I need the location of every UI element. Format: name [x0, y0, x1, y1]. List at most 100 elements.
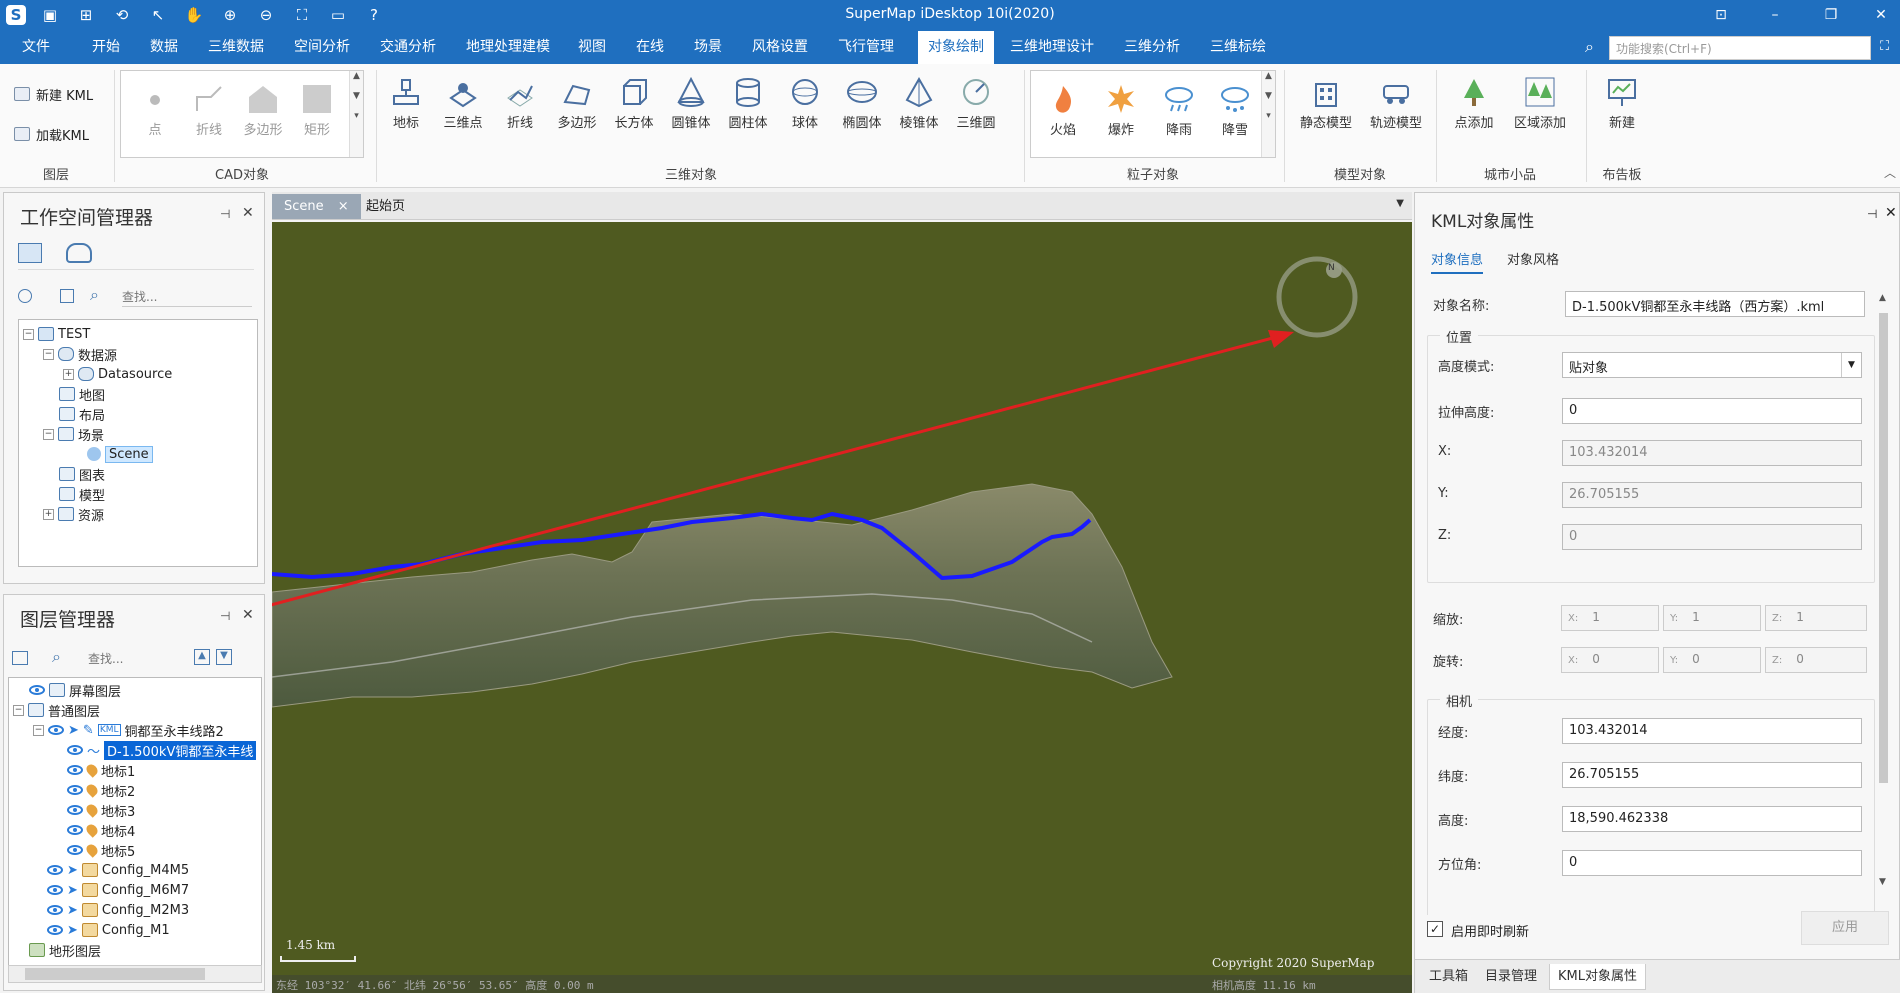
- scene-view[interactable]: N 1.45 km Copyright 2020 SuperMap 东经 103…: [272, 222, 1412, 993]
- tree-node-charts[interactable]: 图表: [59, 464, 105, 484]
- pin-icon[interactable]: ⊣: [220, 207, 230, 221]
- 3d-point-button[interactable]: 三维点: [435, 70, 491, 140]
- apply-button[interactable]: 应用: [1801, 911, 1889, 945]
- extrude-height-input[interactable]: 0: [1562, 398, 1862, 424]
- menu-geoprocessing[interactable]: 地理处理建模: [460, 31, 556, 64]
- menu-data[interactable]: 数据: [144, 31, 184, 64]
- layer-config-m6m7[interactable]: ➤ Config_M6M7: [47, 880, 189, 900]
- tree-node-layouts[interactable]: 布局: [59, 404, 105, 424]
- layer-landmark-5[interactable]: 地标5: [67, 840, 135, 860]
- new-billboard-button[interactable]: 新建: [1594, 70, 1650, 140]
- open-workspace-icon[interactable]: [60, 289, 74, 303]
- tree-node-scenes[interactable]: − 场景: [43, 424, 104, 444]
- tab-object-info[interactable]: 对象信息: [1431, 249, 1484, 274]
- compass-north-icon[interactable]: N: [1328, 263, 1335, 273]
- search-icon[interactable]: ⌕: [90, 285, 99, 305]
- restore-button[interactable]: ❐: [1816, 4, 1846, 26]
- layer-landmark-2[interactable]: 地标2: [67, 780, 135, 800]
- visible-eye-icon[interactable]: [67, 785, 83, 795]
- add-layer-icon[interactable]: [12, 651, 28, 665]
- explosion-button[interactable]: 爆炸: [1093, 77, 1149, 147]
- cad-polyline-button[interactable]: 折线: [181, 77, 237, 147]
- 3d-polyline-button[interactable]: 折线: [492, 70, 548, 140]
- visible-eye-icon[interactable]: [67, 745, 83, 755]
- online-workspace-icon[interactable]: [66, 243, 92, 263]
- new-kml-button[interactable]: 新建 KML: [14, 82, 93, 106]
- layer-normal[interactable]: − 普通图层: [13, 700, 100, 720]
- load-kml-button[interactable]: 加载KML: [14, 122, 89, 146]
- pin-icon[interactable]: ⊣: [1867, 207, 1877, 221]
- visible-eye-icon[interactable]: [67, 765, 83, 775]
- pin-icon[interactable]: ⊣: [220, 609, 230, 623]
- sphere-button[interactable]: 球体: [777, 70, 833, 140]
- selectable-arrow-icon[interactable]: ➤: [67, 923, 78, 938]
- layer-config-m2m3[interactable]: ➤ Config_M2M3: [47, 900, 189, 920]
- workspace-tab-icon[interactable]: [18, 243, 42, 263]
- scrollbar-thumb[interactable]: [25, 968, 205, 980]
- track-model-button[interactable]: 轨迹模型: [1364, 70, 1428, 140]
- move-layer-down-icon[interactable]: ▼: [216, 649, 232, 665]
- layer-screen[interactable]: 屏幕图层: [29, 680, 121, 700]
- tree-expander[interactable]: +: [43, 508, 54, 520]
- pyramid-button[interactable]: 棱锥体: [891, 70, 947, 140]
- layer-config-m1[interactable]: ➤ Config_M1: [47, 920, 170, 940]
- gallery-scroll[interactable]: ▲ ▼ ▾: [349, 71, 363, 157]
- tree-node-models[interactable]: 模型: [59, 484, 105, 504]
- visible-eye-icon[interactable]: [47, 885, 63, 895]
- static-model-button[interactable]: 静态模型: [1294, 70, 1358, 140]
- function-search-input[interactable]: 功能搜索(Ctrl+F): [1609, 36, 1871, 60]
- vertical-scrollbar[interactable]: ▲ ▼: [1877, 293, 1889, 893]
- layer-config-m4m5[interactable]: ➤ Config_M4M5: [47, 860, 189, 880]
- move-layer-up-icon[interactable]: ▲: [194, 649, 210, 665]
- visible-eye-icon[interactable]: [48, 725, 64, 735]
- menu-3d-analysis[interactable]: 三维分析: [1118, 31, 1186, 64]
- 3d-polygon-button[interactable]: 多边形: [549, 70, 605, 140]
- visible-eye-icon[interactable]: [67, 845, 83, 855]
- selectable-arrow-icon[interactable]: ➤: [67, 903, 78, 918]
- landmark-button[interactable]: 地标: [378, 70, 434, 140]
- rotate-z-input[interactable]: Z: 0: [1765, 647, 1867, 673]
- tab-scene[interactable]: Scene ×: [272, 194, 361, 219]
- close-window-button[interactable]: ✕: [1866, 4, 1896, 26]
- workspace-search-input[interactable]: [122, 287, 252, 307]
- cone-button[interactable]: 圆锥体: [663, 70, 719, 140]
- layer-kml-route[interactable]: − ➤ ✎ KML 铜都至永丰线路2: [33, 720, 224, 740]
- tree-node-datasource[interactable]: + Datasource: [63, 364, 172, 384]
- minimize-button[interactable]: –: [1760, 4, 1790, 26]
- latitude-input[interactable]: 26.705155: [1562, 762, 1862, 788]
- close-panel-icon[interactable]: ✕: [242, 607, 254, 623]
- scroll-up-icon[interactable]: ▲: [1879, 293, 1886, 303]
- rotate-y-input[interactable]: Y: 0: [1663, 647, 1761, 673]
- azimuth-input[interactable]: 0: [1562, 850, 1862, 876]
- visible-eye-icon[interactable]: [47, 905, 63, 915]
- particle-gallery-scroll[interactable]: ▲ ▼ ▾: [1261, 71, 1275, 157]
- cad-rectangle-button[interactable]: 矩形: [289, 77, 345, 147]
- flame-button[interactable]: 火焰: [1035, 77, 1091, 147]
- search-icon[interactable]: ⌕: [1585, 37, 1594, 57]
- menu-online[interactable]: 在线: [630, 31, 670, 64]
- layer-landmark-3[interactable]: 地标3: [67, 800, 135, 820]
- edit-pencil-icon[interactable]: ✎: [83, 723, 94, 738]
- menu-flight[interactable]: 飞行管理: [832, 31, 900, 64]
- layer-landmark-4[interactable]: 地标4: [67, 820, 135, 840]
- cad-point-button[interactable]: 点: [127, 77, 183, 147]
- layer-terrain[interactable]: 地形图层: [29, 940, 101, 960]
- chevron-down-icon[interactable]: ▼: [1841, 353, 1861, 377]
- tree-expander[interactable]: −: [13, 704, 24, 716]
- tab-catalog[interactable]: 目录管理: [1477, 964, 1545, 990]
- object-name-input[interactable]: D-1.500kV铜都至永丰线路（西方案）.kml: [1565, 291, 1865, 317]
- workspace-options-icon[interactable]: [18, 289, 32, 303]
- 3d-circle-button[interactable]: 三维圆: [948, 70, 1004, 140]
- cad-polygon-button[interactable]: 多边形: [235, 77, 291, 147]
- collapse-ribbon-icon[interactable]: ︿: [1884, 164, 1896, 181]
- tab-object-style[interactable]: 对象风格: [1507, 249, 1559, 268]
- selectable-arrow-icon[interactable]: ➤: [67, 863, 78, 878]
- tree-node-test[interactable]: − TEST: [23, 324, 90, 344]
- tab-kml-properties[interactable]: KML对象属性: [1549, 964, 1646, 990]
- visible-eye-icon[interactable]: [47, 925, 63, 935]
- menu-spatial-analysis[interactable]: 空间分析: [288, 31, 356, 64]
- point-add-button[interactable]: 点添加: [1446, 70, 1502, 140]
- menu-view[interactable]: 视图: [572, 31, 612, 64]
- menu-scene[interactable]: 场景: [688, 31, 728, 64]
- longitude-input[interactable]: 103.432014: [1562, 718, 1862, 744]
